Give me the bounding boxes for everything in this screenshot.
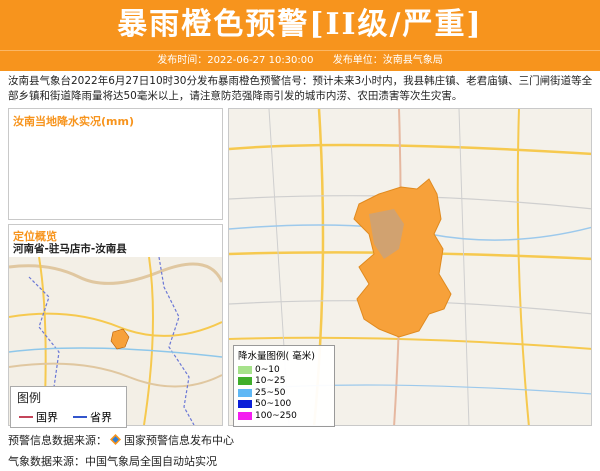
publish-unit: 发布单位：汝南县气象局 bbox=[332, 55, 443, 66]
legend-title: 图例 bbox=[17, 391, 42, 405]
rain-panel-title: 汝南当地降水实况(mm) bbox=[13, 115, 134, 128]
rainfall-legend-item: 25~50 bbox=[238, 387, 334, 399]
publish-time: 发布时间：2022-06-27 10:30:00 bbox=[157, 55, 314, 66]
legend-label: 100~250 bbox=[255, 410, 297, 421]
rainfall-legend-item: 0~10 bbox=[238, 364, 334, 376]
legend-swatch bbox=[238, 411, 252, 420]
warning-center-logo-icon bbox=[110, 434, 121, 445]
rainfall-legend-title: 降水量图例( 毫米) bbox=[238, 351, 315, 362]
legend-label: 10~25 bbox=[255, 376, 286, 387]
legend-swatch bbox=[238, 400, 252, 409]
page-title: 暴雨橙色预警[II级/严重] bbox=[117, 7, 483, 42]
legend-label: 0~10 bbox=[255, 364, 280, 375]
region-breadcrumb: 河南省-驻马店市-汝南县 bbox=[13, 243, 127, 255]
warning-description: 汝南县气象台2022年6月27日10时30分发布暴雨橙色预警信号：预计未来3小时… bbox=[8, 75, 593, 102]
legend-swatch bbox=[238, 377, 252, 386]
legend-national-border: 国界 bbox=[19, 411, 58, 424]
local-rain-panel: 汝南当地降水实况(mm) bbox=[8, 108, 223, 220]
rainfall-legend-item: 100~250 bbox=[238, 410, 334, 422]
footer-weather-source: 气象数据来源：中国气象局全国自动站实况 bbox=[8, 455, 217, 468]
rainfall-legend: 降水量图例( 毫米) 0~10 10~25 25~50 50~100 100~250 bbox=[233, 345, 335, 427]
map-legend: 图例 国界 省界 bbox=[10, 386, 127, 428]
publish-info-bar: 发布时间：2022-06-27 10:30:00 发布单位：汝南县气象局 bbox=[0, 50, 600, 71]
footer-source: 预警信息数据来源： 国家预警信息发布中心 bbox=[8, 434, 234, 447]
legend-swatch bbox=[238, 388, 252, 397]
legend-provincial-border: 省界 bbox=[73, 411, 112, 424]
rainfall-legend-item: 50~100 bbox=[238, 399, 334, 411]
rainfall-legend-item: 10~25 bbox=[238, 376, 334, 388]
warning-header: 暴雨橙色预警[II级/严重] bbox=[0, 0, 600, 50]
legend-swatch bbox=[238, 365, 252, 374]
legend-label: 50~100 bbox=[255, 399, 292, 410]
legend-label: 25~50 bbox=[255, 387, 286, 398]
